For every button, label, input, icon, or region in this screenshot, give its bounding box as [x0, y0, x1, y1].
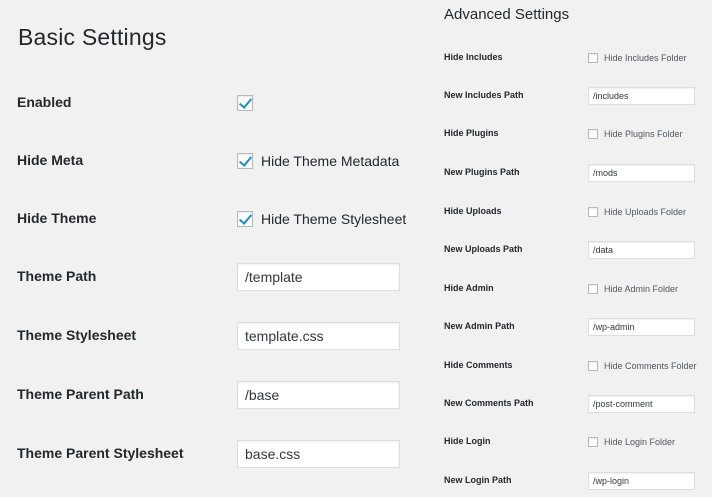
hide-uploads-row: Hide Uploads Hide Uploads Folder — [436, 201, 712, 223]
new-admin-path-input[interactable] — [588, 318, 695, 336]
new-includes-path-row: New Includes Path — [436, 85, 712, 107]
new-admin-path-row: New Admin Path — [436, 316, 712, 338]
new-plugins-path-label: New Plugins Path — [444, 167, 520, 177]
new-admin-path-label: New Admin Path — [444, 321, 515, 331]
theme-parent-stylesheet-input[interactable] — [237, 440, 400, 468]
hide-admin-row: Hide Admin Hide Admin Folder — [436, 278, 712, 300]
hide-meta-option[interactable]: Hide Theme Metadata — [237, 144, 399, 178]
hide-theme-row: Hide Theme Hide Theme Stylesheet — [0, 202, 430, 236]
basic-settings-panel: Basic Settings Enabled Hide Meta Hide Th… — [0, 0, 430, 497]
hide-admin-option[interactable]: Hide Admin Folder — [588, 278, 678, 300]
new-comments-path-row: New Comments Path — [436, 393, 712, 415]
hide-theme-option[interactable]: Hide Theme Stylesheet — [237, 202, 406, 236]
hide-includes-row: Hide Includes Hide Includes Folder — [436, 47, 712, 69]
theme-parent-path-row: Theme Parent Path — [0, 378, 430, 412]
enabled-row: Enabled — [0, 86, 430, 120]
theme-parent-path-label: Theme Parent Path — [17, 386, 144, 402]
hide-login-checkbox[interactable] — [588, 437, 598, 447]
hide-comments-option-text[interactable]: Hide Comments Folder — [604, 361, 697, 371]
hide-login-option[interactable]: Hide Login Folder — [588, 431, 675, 453]
hide-login-label: Hide Login — [444, 436, 491, 446]
theme-parent-path-input[interactable] — [237, 381, 400, 409]
hide-theme-label: Hide Theme — [17, 210, 97, 226]
hide-admin-option-text[interactable]: Hide Admin Folder — [604, 284, 678, 294]
enabled-checkbox-wrap[interactable] — [237, 86, 253, 120]
new-includes-path-label: New Includes Path — [444, 90, 524, 100]
hide-meta-label: Hide Meta — [17, 152, 84, 168]
hide-admin-label: Hide Admin — [444, 283, 494, 293]
hide-uploads-option[interactable]: Hide Uploads Folder — [588, 201, 686, 223]
new-uploads-path-input[interactable] — [588, 241, 695, 259]
hide-plugins-label: Hide Plugins — [444, 128, 499, 138]
new-uploads-path-row: New Uploads Path — [436, 239, 712, 261]
theme-stylesheet-label: Theme Stylesheet — [17, 327, 137, 343]
new-login-path-row: New Login Path — [436, 470, 712, 492]
enabled-label: Enabled — [17, 94, 72, 110]
new-uploads-path-label: New Uploads Path — [444, 244, 523, 254]
theme-stylesheet-input[interactable] — [237, 322, 400, 350]
new-comments-path-input[interactable] — [588, 395, 695, 413]
theme-path-label: Theme Path — [17, 268, 97, 284]
theme-path-row: Theme Path — [0, 260, 430, 294]
new-includes-path-input[interactable] — [588, 87, 695, 105]
hide-plugins-checkbox[interactable] — [588, 129, 598, 139]
hide-meta-row: Hide Meta Hide Theme Metadata — [0, 144, 430, 178]
hide-login-row: Hide Login Hide Login Folder — [436, 431, 712, 453]
new-plugins-path-input[interactable] — [588, 164, 695, 182]
hide-comments-label: Hide Comments — [444, 360, 513, 370]
theme-path-input[interactable] — [237, 263, 400, 291]
hide-plugins-option-text[interactable]: Hide Plugins Folder — [604, 129, 683, 139]
theme-stylesheet-row: Theme Stylesheet — [0, 319, 430, 353]
theme-parent-stylesheet-label: Theme Parent Stylesheet — [17, 445, 184, 461]
hide-comments-checkbox[interactable] — [588, 361, 598, 371]
hide-uploads-checkbox[interactable] — [588, 207, 598, 217]
hide-comments-option[interactable]: Hide Comments Folder — [588, 355, 697, 377]
hide-includes-label: Hide Includes — [444, 52, 503, 62]
theme-parent-stylesheet-row: Theme Parent Stylesheet — [0, 437, 430, 471]
hide-uploads-option-text[interactable]: Hide Uploads Folder — [604, 207, 686, 217]
hide-comments-row: Hide Comments Hide Comments Folder — [436, 355, 712, 377]
hide-theme-option-text[interactable]: Hide Theme Stylesheet — [261, 211, 406, 227]
hide-admin-checkbox[interactable] — [588, 284, 598, 294]
new-login-path-label: New Login Path — [444, 475, 512, 485]
advanced-settings-title: Advanced Settings — [444, 6, 570, 23]
hide-includes-option[interactable]: Hide Includes Folder — [588, 47, 687, 69]
hide-includes-option-text[interactable]: Hide Includes Folder — [604, 53, 687, 63]
hide-plugins-option[interactable]: Hide Plugins Folder — [588, 123, 683, 145]
new-plugins-path-row: New Plugins Path — [436, 162, 712, 184]
new-comments-path-label: New Comments Path — [444, 398, 534, 408]
hide-includes-checkbox[interactable] — [588, 53, 598, 63]
hide-meta-option-text[interactable]: Hide Theme Metadata — [261, 153, 399, 169]
hide-login-option-text[interactable]: Hide Login Folder — [604, 437, 675, 447]
new-login-path-input[interactable] — [588, 472, 695, 490]
enabled-checkbox[interactable] — [237, 95, 253, 111]
hide-meta-checkbox[interactable] — [237, 153, 253, 169]
hide-uploads-label: Hide Uploads — [444, 206, 502, 216]
hide-theme-checkbox[interactable] — [237, 211, 253, 227]
basic-settings-title: Basic Settings — [18, 24, 167, 50]
advanced-settings-panel: Advanced Settings Hide Includes Hide Inc… — [436, 0, 712, 497]
hide-plugins-row: Hide Plugins Hide Plugins Folder — [436, 123, 712, 145]
